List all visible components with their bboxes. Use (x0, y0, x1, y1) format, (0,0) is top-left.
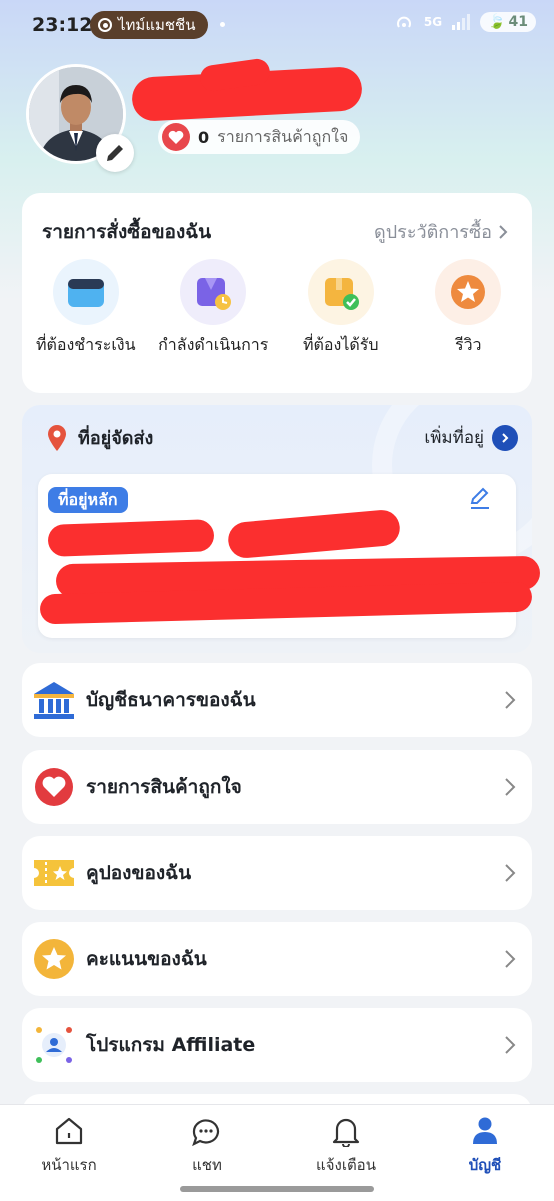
heart-icon (32, 765, 76, 809)
add-address-button[interactable]: เพิ่มที่อยู่ (424, 424, 518, 451)
star-points-icon (32, 937, 76, 981)
nav-home-label: หน้าแรก (41, 1156, 97, 1174)
bell-icon (332, 1118, 360, 1147)
pencil-icon (107, 145, 123, 161)
bank-icon (32, 678, 76, 722)
nav-chat-label: แชท (192, 1156, 222, 1174)
purchase-history-label: ดูประวัติการซื้อ (374, 222, 492, 243)
package-received-icon (307, 259, 374, 325)
order-to-receive-label: ที่ต้องได้รับ (302, 335, 379, 354)
menu-favorites[interactable]: รายการสินค้าถูกใจ (22, 750, 532, 824)
battery-level: 41 (508, 14, 528, 30)
status-time: 23:12 (32, 14, 93, 36)
purchase-history-link[interactable]: ดูประวัติการซื้อ (374, 217, 508, 246)
edit-address-button[interactable] (468, 487, 492, 515)
affiliate-icon (32, 1023, 76, 1067)
nav-notifications-label: แจ้งเตือน (316, 1156, 376, 1174)
order-to-receive[interactable]: ที่ต้องได้รับ (277, 259, 405, 358)
chevron-right-icon (505, 691, 516, 709)
hotspot-icon (396, 16, 411, 28)
menu-points[interactable]: คะแนนของฉัน (22, 922, 532, 996)
nav-notifications[interactable]: แจ้งเตือน (291, 1115, 401, 1177)
heart-icon (162, 123, 190, 151)
nav-account-label: บัญชี (468, 1156, 502, 1174)
address-title: ที่อยู่จัดส่ง (78, 428, 154, 449)
location-pin-icon (48, 424, 66, 451)
time-machine-chip[interactable]: ไทม์แมชชีน (90, 11, 208, 39)
chevron-right-icon (505, 864, 516, 882)
edit-avatar-button[interactable] (96, 134, 134, 172)
nav-chat[interactable]: แชท (152, 1115, 262, 1177)
processing-box-icon (180, 259, 247, 325)
add-address-label: เพิ่มที่อยู่ (424, 428, 484, 448)
menu-bank-account[interactable]: บัญชีธนาคารของฉัน (22, 663, 532, 737)
order-to-pay-label: ที่ต้องชำระเงิน (35, 335, 136, 354)
battery-indicator: 🍃 41 (480, 12, 536, 32)
chevron-right-icon (505, 778, 516, 796)
chevron-right-icon (499, 224, 508, 239)
default-address-tag: ที่อยู่หลัก (48, 487, 128, 513)
favorites-label: รายการสินค้าถูกใจ (217, 126, 349, 146)
chevron-right-circle-icon (492, 424, 518, 451)
account-icon (473, 1117, 497, 1144)
status-icons: 5G 🍃 41 (394, 12, 536, 32)
chevron-right-icon (505, 1036, 516, 1054)
address-header: ที่อยู่จัดส่ง (46, 423, 153, 452)
orders-card: รายการสั่งซื้อของฉัน ดูประวัติการซื้อ ที… (22, 193, 532, 393)
order-review-label: รีวิว (454, 335, 482, 354)
favorites-chip[interactable]: 0 รายการสินค้าถูกใจ (158, 120, 361, 154)
order-processing[interactable]: กำลังดำเนินการ (150, 259, 278, 358)
menu-bank-account-label: บัญชีธนาคารของฉัน (86, 689, 256, 711)
order-processing-label: กำลังดำเนินการ (158, 335, 269, 354)
network-label: 5G (423, 15, 443, 29)
menu-affiliate[interactable]: โปรแกรม Affiliate (22, 1008, 532, 1082)
notification-dot-icon (220, 22, 225, 27)
nav-home[interactable]: หน้าแรก (14, 1115, 124, 1177)
menu-coupons-label: คูปองของฉัน (86, 862, 192, 884)
menu-coupons[interactable]: คูปองของฉัน (22, 836, 532, 910)
coupon-icon (32, 851, 76, 895)
redacted-address-1 (47, 519, 215, 557)
orders-title: รายการสั่งซื้อของฉัน (42, 221, 212, 243)
home-indicator[interactable] (180, 1186, 374, 1192)
order-review[interactable]: รีวิว (405, 259, 533, 358)
order-to-pay[interactable]: ที่ต้องชำระเงิน (22, 259, 150, 358)
chevron-right-icon (505, 950, 516, 968)
menu-favorites-label: รายการสินค้าถูกใจ (86, 776, 242, 798)
menu-affiliate-label: โปรแกรม Affiliate (86, 1034, 256, 1056)
leaf-icon: 🍃 (488, 14, 506, 30)
record-icon (98, 18, 112, 32)
favorites-count: 0 (198, 127, 210, 147)
wallet-icon (52, 259, 119, 325)
nav-account[interactable]: บัญชี (430, 1115, 540, 1177)
edit-icon (470, 487, 489, 509)
star-review-icon (435, 259, 502, 325)
home-icon (55, 1117, 83, 1145)
chat-icon (192, 1119, 220, 1147)
signal-icon (452, 14, 471, 30)
time-machine-label: ไทม์แมชชีน (118, 16, 196, 34)
menu-points-label: คะแนนของฉัน (86, 948, 207, 970)
